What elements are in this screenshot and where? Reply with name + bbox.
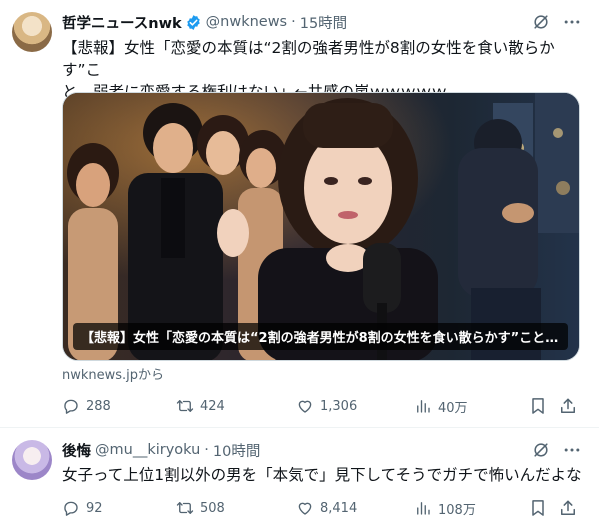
views-button[interactable]: 40万: [414, 396, 468, 416]
verified-badge-icon: [186, 14, 200, 30]
retweet-count: 424: [200, 398, 225, 414]
tweet[interactable]: 哲学ニュースnwk @nwknews · 15時間 【悲報】女性「恋愛の本質は“…: [0, 0, 599, 428]
tweet-header: 後悔 @mu__kiryoku · 10時間: [62, 440, 260, 460]
avatar[interactable]: [12, 12, 52, 52]
heart-icon: [298, 400, 312, 413]
like-count: 8,414: [320, 500, 358, 516]
reply-icon: [64, 501, 78, 516]
retweet-icon: [176, 400, 194, 412]
like-button[interactable]: 8,414: [296, 498, 357, 518]
bookmark-icon[interactable]: [528, 498, 548, 518]
author-handle[interactable]: @mu__kiryoku: [95, 442, 200, 458]
bookmark-icon[interactable]: [528, 396, 548, 416]
retweet-icon: [176, 502, 194, 514]
tweet-text: 女子って上位1割以外の男を「本気で」見下してそうでガチで怖いんだよな: [62, 464, 582, 486]
grok-icon[interactable]: [531, 12, 551, 32]
card-image: [63, 93, 579, 360]
reply-button[interactable]: 288: [62, 396, 111, 416]
tweet-actions: 288 424 1,306 40万: [62, 396, 582, 416]
tweet-text-line: 【悲報】女性「恋愛の本質は“2割の強者男性が8割の女性を食い散らかす”こ: [62, 39, 555, 79]
like-count: 1,306: [320, 398, 358, 414]
heart-icon: [298, 502, 312, 515]
share-icon[interactable]: [558, 396, 578, 416]
separator-dot: ·: [291, 14, 296, 30]
author-handle[interactable]: @nwknews: [206, 14, 287, 30]
views-button[interactable]: 108万: [414, 498, 476, 518]
separator-dot: ·: [204, 442, 209, 458]
card-caption: 【悲報】女性「恋愛の本質は“2割の強者男性が8割の女性を食い散らかす”こと。..…: [73, 323, 568, 350]
retweet-button[interactable]: 508: [176, 498, 225, 518]
share-icon[interactable]: [558, 498, 578, 518]
views-icon: [417, 400, 430, 413]
timestamp[interactable]: 10時間: [213, 440, 260, 461]
retweet-count: 508: [200, 500, 225, 516]
author-name[interactable]: 哲学ニュースnwk: [62, 12, 182, 33]
views-count: 40万: [438, 400, 468, 416]
views-icon: [417, 502, 430, 515]
avatar[interactable]: [12, 440, 52, 480]
tweet-header: 哲学ニュースnwk @nwknews · 15時間: [62, 12, 347, 32]
card-source[interactable]: nwknews.jpから: [62, 364, 164, 383]
timestamp[interactable]: 15時間: [300, 12, 347, 33]
like-button[interactable]: 1,306: [296, 396, 357, 416]
reply-button[interactable]: 92: [62, 498, 103, 518]
retweet-button[interactable]: 424: [176, 396, 225, 416]
reply-count: 92: [86, 500, 103, 516]
tweet-text-line: 女子って上位1割以外の男を「本気で」見下してそうでガチで怖いんだよな: [62, 466, 582, 484]
more-icon[interactable]: [562, 440, 582, 460]
reply-icon: [64, 399, 78, 414]
tweet-actions: 92 508 8,414 108万: [62, 498, 582, 518]
tweet[interactable]: 後悔 @mu__kiryoku · 10時間 女子って上位1割以外の男を「本気で…: [0, 428, 599, 526]
link-card[interactable]: 【悲報】女性「恋愛の本質は“2割の強者男性が8割の女性を食い散らかす”こと。..…: [62, 92, 580, 361]
author-name[interactable]: 後悔: [62, 440, 91, 461]
grok-icon[interactable]: [531, 440, 551, 460]
views-count: 108万: [438, 502, 476, 518]
reply-count: 288: [86, 398, 111, 414]
more-icon[interactable]: [562, 12, 582, 32]
